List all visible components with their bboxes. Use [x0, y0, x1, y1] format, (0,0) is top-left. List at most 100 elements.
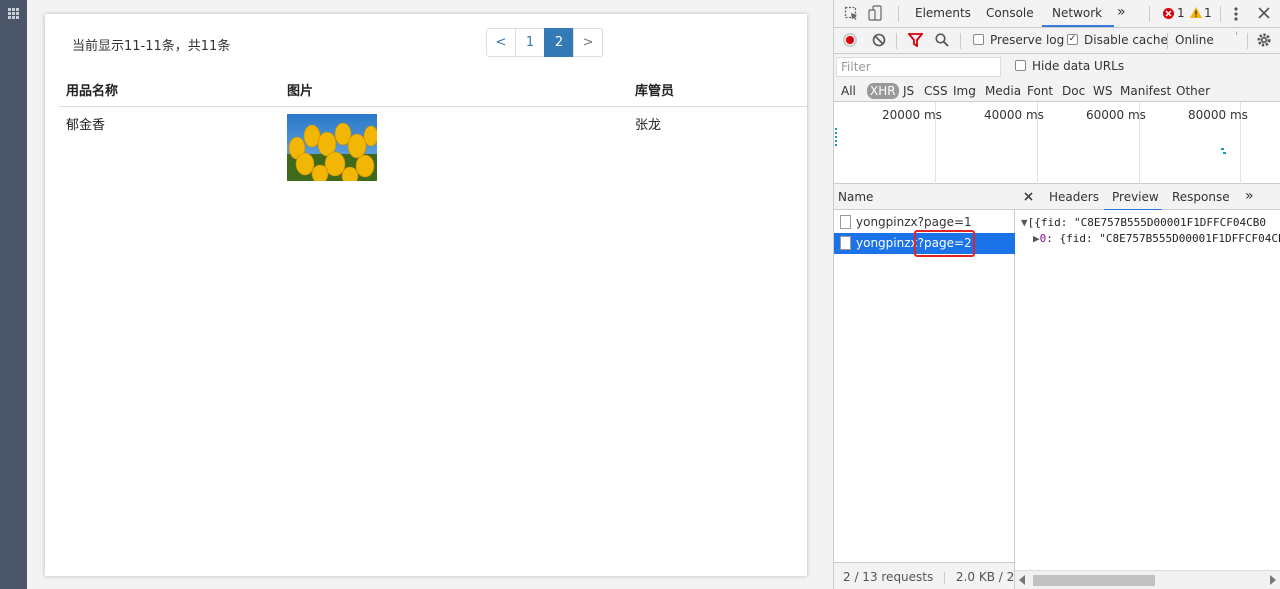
clear-icon[interactable]: [872, 33, 886, 47]
kebab-menu-icon[interactable]: [1233, 6, 1239, 22]
tab-network[interactable]: Network: [1052, 6, 1102, 20]
filter-row: Filter Hide data URLs: [834, 54, 1280, 80]
tab-console[interactable]: Console: [986, 6, 1034, 20]
type-css[interactable]: CSS: [921, 83, 951, 99]
network-toolbar: Preserve log ✓ Disable cache Online ˈ: [834, 28, 1280, 54]
horizontal-scrollbar[interactable]: [1015, 570, 1280, 589]
type-other[interactable]: Other: [1173, 83, 1213, 99]
disable-cache-label: Disable cache: [1084, 33, 1168, 47]
more-detail-tabs-icon[interactable]: »: [1245, 188, 1254, 204]
app-sidebar: [0, 0, 27, 589]
settings-gear-icon[interactable]: [1256, 32, 1272, 48]
error-count: 1: [1177, 6, 1185, 20]
request-name: yongpinzx?page=1: [856, 215, 972, 229]
throttling-select[interactable]: Online: [1175, 33, 1214, 47]
close-detail-icon[interactable]: [1024, 192, 1033, 201]
timeline-marker: [835, 128, 837, 146]
disable-cache-checkbox[interactable]: ✓: [1067, 34, 1078, 45]
type-doc[interactable]: Doc: [1059, 83, 1088, 99]
preserve-log-label: Preserve log: [990, 33, 1065, 47]
content-card: 当前显示11-11条，共11条 < 1 2 > 用品名称 图片 库管员 郁金香 …: [45, 14, 807, 576]
warning-count: 1: [1204, 6, 1212, 20]
search-icon[interactable]: [935, 33, 949, 47]
separator: [1220, 6, 1221, 22]
timeline-label: 80000 ms: [1188, 108, 1248, 122]
type-manifest[interactable]: Manifest: [1117, 83, 1174, 99]
tab-preview[interactable]: Preview: [1112, 190, 1159, 204]
page-1-button[interactable]: 1: [515, 28, 545, 57]
page-area: 当前显示11-11条，共11条 < 1 2 > 用品名称 图片 库管员 郁金香 …: [27, 0, 833, 589]
request-detail-pane: Headers Preview Response » ▼[{fid: "C8E7…: [1015, 184, 1280, 562]
next-page-button[interactable]: >: [573, 28, 603, 57]
network-status-bar: 2 / 13 requests 2.0 KB / 2.7 MB: [834, 562, 1015, 589]
scroll-left-icon[interactable]: [1019, 575, 1025, 585]
preview-content: ▼[{fid: "C8E757B555D00001F1DFFCF04CB0 ▶0…: [1015, 210, 1280, 562]
cell-keeper: 张龙: [635, 117, 662, 133]
record-icon[interactable]: [843, 33, 857, 47]
devtools-panel: Elements Console Network » 1 1 Preserve …: [833, 0, 1280, 589]
timeline-label: 20000 ms: [882, 108, 942, 122]
card-inner: 当前显示11-11条，共11条 < 1 2 > 用品名称 图片 库管员 郁金香 …: [59, 14, 807, 576]
more-tabs-icon[interactable]: »: [1117, 4, 1126, 20]
page-2-button[interactable]: 2: [544, 28, 574, 57]
separator: [1247, 33, 1248, 49]
warning-icon[interactable]: [1190, 7, 1202, 18]
throttle-dropdown-icon[interactable]: ˈ: [1235, 30, 1238, 44]
active-tab-indicator: [1042, 25, 1114, 27]
type-ws[interactable]: WS: [1090, 83, 1115, 99]
error-icon[interactable]: [1163, 8, 1174, 19]
device-toolbar-icon[interactable]: [868, 5, 883, 22]
json-item-text: : {fid: "C8E757B555D00001F1DFFCF04CB0: [1046, 232, 1280, 245]
collapsed-triangle-icon[interactable]: ▶: [1033, 232, 1040, 245]
devtools-tabbar: Elements Console Network » 1 1: [834, 0, 1280, 28]
hide-data-urls-label: Hide data URLs: [1032, 59, 1125, 73]
filter-input[interactable]: Filter: [836, 57, 1001, 77]
separator: [1149, 6, 1150, 22]
apps-grid-icon[interactable]: [8, 8, 19, 19]
tab-elements[interactable]: Elements: [915, 6, 971, 20]
detail-tabbar: Headers Preview Response »: [1015, 184, 1280, 211]
tab-headers[interactable]: Headers: [1049, 190, 1099, 204]
type-img[interactable]: Img: [950, 83, 979, 99]
transferred-size: 2.0 KB / 2.7 MB: [955, 570, 1015, 584]
hide-data-urls-checkbox[interactable]: [1015, 60, 1026, 71]
cell-image: [280, 106, 628, 186]
json-item-line[interactable]: ▶0: {fid: "C8E757B555D00001F1DFFCF04CB0: [1033, 232, 1280, 245]
annotation-highlight-box: [914, 230, 975, 257]
close-devtools-icon[interactable]: [1258, 7, 1270, 19]
separator: [896, 33, 897, 49]
table-header-row: 用品名称 图片 库管员: [59, 80, 807, 107]
expand-triangle-icon[interactable]: ▼: [1021, 216, 1028, 229]
page-summary: 当前显示11-11条，共11条: [72, 39, 231, 54]
separator: [944, 571, 946, 584]
prev-page-button[interactable]: <: [486, 28, 516, 57]
cell-name: 郁金香: [66, 117, 106, 133]
inspect-element-icon[interactable]: [844, 6, 859, 21]
type-all[interactable]: All: [838, 83, 859, 99]
json-root-line[interactable]: ▼[{fid: "C8E757B555D00001F1DFFCF04CB0: [1021, 216, 1266, 229]
type-js[interactable]: JS: [900, 83, 917, 99]
scrollbar-thumb[interactable]: [1033, 575, 1155, 586]
filter-icon[interactable]: [908, 33, 923, 47]
name-column-header[interactable]: Name: [834, 184, 1015, 210]
column-header-image: 图片: [280, 80, 628, 107]
type-xhr[interactable]: XHR: [867, 83, 899, 99]
network-overview-timeline[interactable]: 20000 ms 40000 ms 60000 ms 80000 ms: [834, 102, 1280, 184]
timeline-marker: [1221, 148, 1224, 150]
type-media[interactable]: Media: [982, 83, 1024, 99]
goods-table: 用品名称 图片 库管员 郁金香 张龙: [59, 80, 807, 186]
scroll-right-icon[interactable]: [1270, 575, 1276, 585]
separator: [898, 6, 899, 22]
tab-response[interactable]: Response: [1172, 190, 1230, 204]
timeline-marker: [1223, 152, 1226, 154]
resource-type-filters: All XHR JS CSS Img Media Font Doc WS Man…: [834, 80, 1280, 102]
tulip-image: [287, 113, 377, 181]
preserve-log-checkbox[interactable]: [973, 34, 984, 45]
column-header-keeper: 库管员: [628, 80, 807, 107]
type-font[interactable]: Font: [1024, 83, 1056, 99]
column-header-name: 用品名称: [59, 80, 280, 107]
timeline-label: 60000 ms: [1086, 108, 1146, 122]
separator: [960, 33, 961, 49]
pagination: < 1 2 >: [486, 28, 603, 57]
timeline-label: 40000 ms: [984, 108, 1044, 122]
